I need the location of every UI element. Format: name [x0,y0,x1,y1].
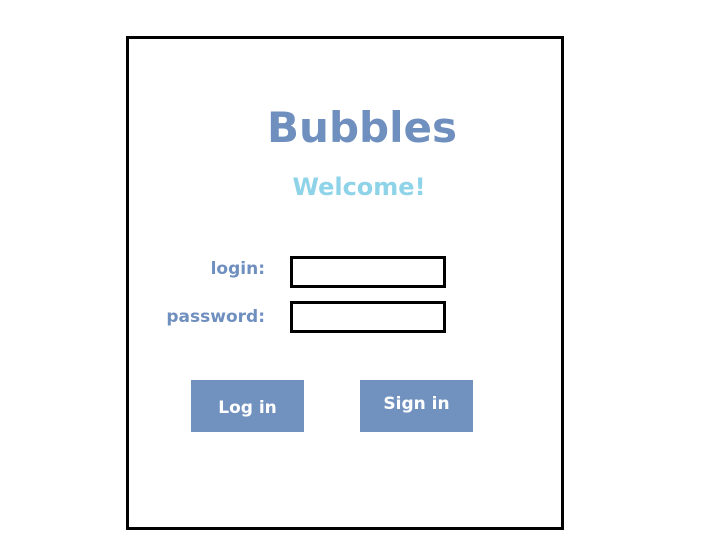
login-button[interactable]: Log in [191,380,304,432]
page: Bubbles Welcome! login: password: Log in… [0,0,714,554]
app-title: Bubbles [267,103,457,152]
password-input[interactable] [290,301,446,333]
login-input[interactable] [290,256,446,288]
login-label: login: [210,259,265,279]
password-label: password: [166,307,265,327]
login-panel: Bubbles Welcome! login: password: Log in… [126,36,564,530]
signin-button[interactable]: Sign in [360,380,473,432]
welcome-message: Welcome! [292,173,426,201]
